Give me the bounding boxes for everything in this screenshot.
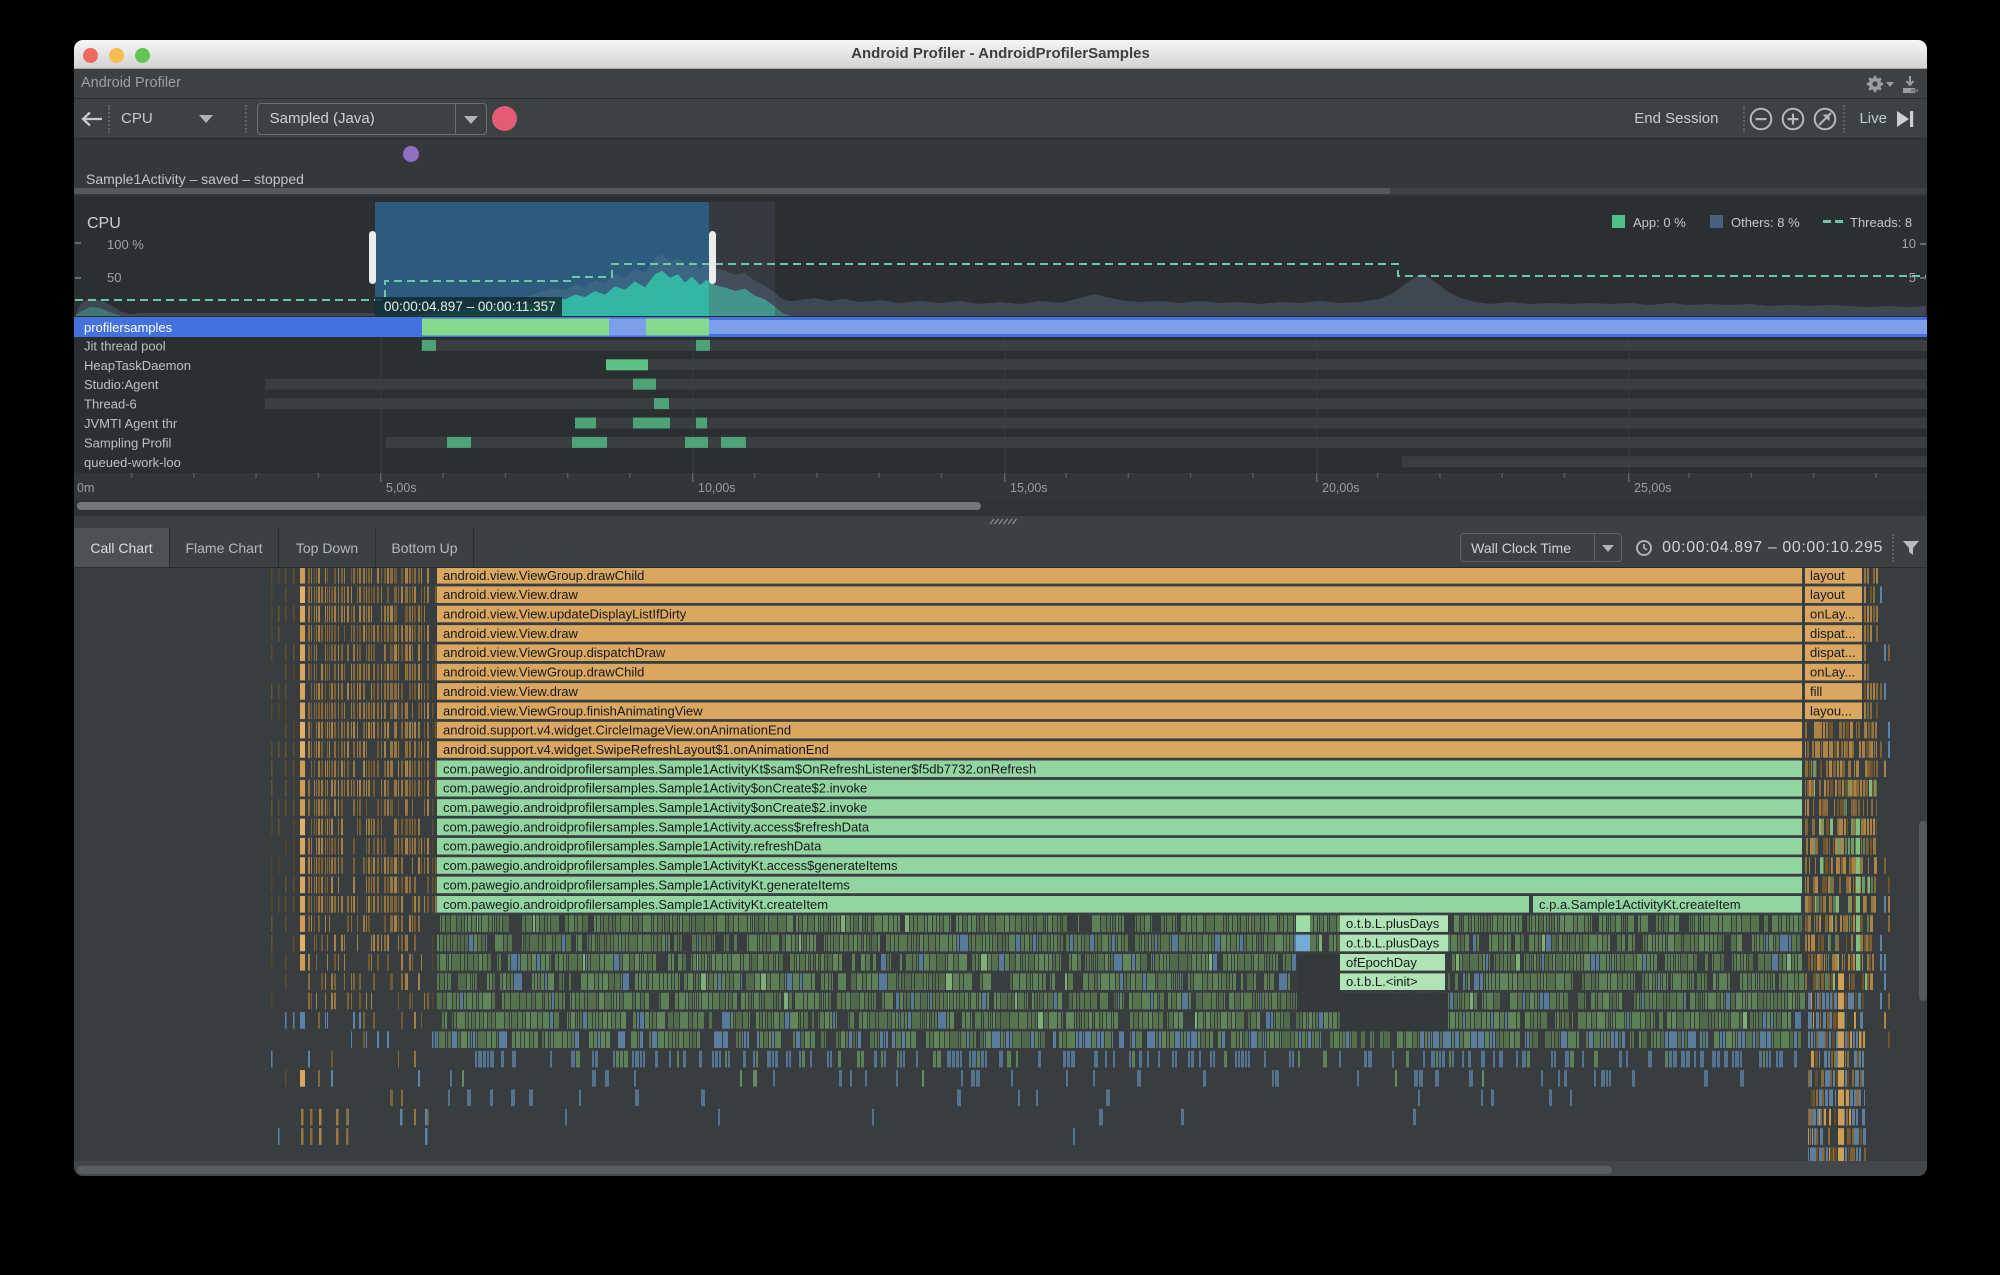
svg-text:com.pawegio.androidprofilersam: com.pawegio.androidprofilersamples.Sampl… xyxy=(443,781,867,796)
svg-text:android.view.View.draw: android.view.View.draw xyxy=(443,587,579,602)
svg-text:00:00:04.897 – 00:00:11.357: 00:00:04.897 – 00:00:11.357 xyxy=(384,299,556,314)
svg-text:10,00s: 10,00s xyxy=(698,481,736,495)
svg-text:fill: fill xyxy=(1810,684,1822,699)
svg-text:20,00s: 20,00s xyxy=(1322,481,1360,495)
svg-text:android.view.View.draw: android.view.View.draw xyxy=(443,684,579,699)
svg-text:o.t.b.L.plusDays: o.t.b.L.plusDays xyxy=(1346,936,1440,951)
svg-text:HeapTaskDaemon: HeapTaskDaemon xyxy=(84,358,191,373)
svg-text:Others: 8 %: Others: 8 % xyxy=(1731,215,1800,230)
svg-text:profilersamples: profilersamples xyxy=(84,320,173,335)
svg-text:layout: layout xyxy=(1810,587,1845,602)
svg-text:android.view.ViewGroup.drawChi: android.view.ViewGroup.drawChild xyxy=(443,568,644,583)
svg-text:android.support.v4.widget.Circ: android.support.v4.widget.CircleImageVie… xyxy=(443,723,791,738)
svg-text:com.pawegio.androidprofilersam: com.pawegio.androidprofilersamples.Sampl… xyxy=(443,858,898,873)
svg-text:15,00s: 15,00s xyxy=(1010,481,1048,495)
svg-text:JVMTI Agent thr: JVMTI Agent thr xyxy=(84,416,178,431)
svg-text:android.view.View.updateDispla: android.view.View.updateDisplayListIfDir… xyxy=(443,607,687,622)
svg-text:com.pawegio.androidprofilersam: com.pawegio.androidprofilersamples.Sampl… xyxy=(443,877,850,892)
svg-text:queued-work-loo: queued-work-loo xyxy=(84,455,181,470)
svg-text:Thread-6: Thread-6 xyxy=(84,397,137,412)
svg-text:layou...: layou... xyxy=(1810,703,1852,718)
svg-text:com.pawegio.androidprofilersam: com.pawegio.androidprofilersamples.Sampl… xyxy=(443,819,870,834)
svg-text:c.p.a.Sample1ActivityKt.create: c.p.a.Sample1ActivityKt.createItem xyxy=(1539,897,1741,912)
svg-text:o.t.b.L.<init>: o.t.b.L.<init> xyxy=(1346,974,1418,989)
svg-text:ofEpochDay: ofEpochDay xyxy=(1346,955,1417,970)
svg-text:onLay...: onLay... xyxy=(1810,665,1855,680)
svg-text:50: 50 xyxy=(107,270,121,285)
svg-text:Jit thread pool: Jit thread pool xyxy=(84,338,166,353)
svg-text:10: 10 xyxy=(1902,236,1916,251)
svg-text:dispat...: dispat... xyxy=(1810,626,1856,641)
svg-text:com.pawegio.androidprofilersam: com.pawegio.androidprofilersamples.Sampl… xyxy=(443,839,822,854)
svg-text:App: 0 %: App: 0 % xyxy=(1633,215,1686,230)
svg-text:5,00s: 5,00s xyxy=(386,481,417,495)
svg-text:com.pawegio.androidprofilersam: com.pawegio.androidprofilersamples.Sampl… xyxy=(443,897,828,912)
svg-text:layout: layout xyxy=(1810,568,1845,583)
svg-text:100 %: 100 % xyxy=(107,237,144,252)
svg-text:Sampling Profil: Sampling Profil xyxy=(84,435,172,450)
svg-text:o.t.b.L.plusDays: o.t.b.L.plusDays xyxy=(1346,916,1440,931)
svg-text:android.support.v4.widget.Swip: android.support.v4.widget.SwipeRefreshLa… xyxy=(443,742,829,757)
svg-text:5: 5 xyxy=(1909,270,1916,285)
svg-text:android.view.ViewGroup.drawChi: android.view.ViewGroup.drawChild xyxy=(443,665,644,680)
svg-text:CPU: CPU xyxy=(87,215,121,232)
svg-text:android.view.View.draw: android.view.View.draw xyxy=(443,626,579,641)
svg-text:com.pawegio.androidprofilersam: com.pawegio.androidprofilersamples.Sampl… xyxy=(443,800,867,815)
svg-text:Threads: 8: Threads: 8 xyxy=(1850,215,1912,230)
svg-text:25,00s: 25,00s xyxy=(1634,481,1672,495)
svg-text:android.view.ViewGroup.finishA: android.view.ViewGroup.finishAnimatingVi… xyxy=(443,703,703,718)
svg-text:com.pawegio.androidprofilersam: com.pawegio.androidprofilersamples.Sampl… xyxy=(443,761,1036,776)
svg-text:onLay...: onLay... xyxy=(1810,607,1855,622)
svg-text:Studio:Agent: Studio:Agent xyxy=(84,377,159,392)
svg-text:android.view.ViewGroup.dispatc: android.view.ViewGroup.dispatchDraw xyxy=(443,645,666,660)
svg-text:dispat...: dispat... xyxy=(1810,645,1856,660)
svg-text:0m: 0m xyxy=(77,481,94,495)
